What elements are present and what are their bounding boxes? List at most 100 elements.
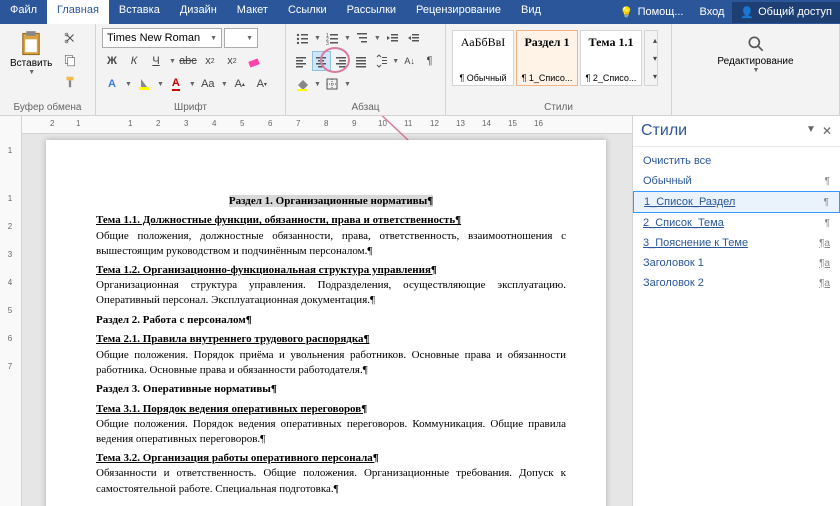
lightbulb-icon: 💡 xyxy=(620,6,634,19)
styles-pane: Стили ▼ ✕ Очистить все Обычный¶ 1_Список… xyxy=(632,116,840,506)
tab-mailings[interactable]: Рассылки xyxy=(337,0,406,24)
eraser-icon xyxy=(247,54,261,68)
styles-pane-title: Стили xyxy=(641,122,687,140)
document-page[interactable]: Раздел 1. Организационные нормативы¶ Тем… xyxy=(46,140,606,506)
multilevel-icon xyxy=(355,31,369,45)
tab-file[interactable]: Файл xyxy=(0,0,47,24)
style-gallery[interactable]: АаБбВвІ ¶ Обычный Раздел 1 ¶ 1_Списо... … xyxy=(452,30,665,86)
body-text: Обязанности и ответственность. Общие пол… xyxy=(96,466,566,497)
borders-icon xyxy=(325,77,339,91)
gallery-more-button[interactable]: ▾ xyxy=(645,67,665,85)
underline-button[interactable]: Ч xyxy=(146,51,166,71)
copy-icon xyxy=(63,53,77,67)
style-row-heading2[interactable]: Заголовок 2¶a xyxy=(633,273,840,293)
tab-layout[interactable]: Макет xyxy=(227,0,278,24)
style-row-normal[interactable]: Обычный¶ xyxy=(633,171,840,191)
editing-label[interactable]: Редактирование xyxy=(717,56,793,67)
style-row-section-list[interactable]: 1_Список_Раздел¶ xyxy=(633,191,840,213)
sort-button[interactable]: А↓ xyxy=(400,51,419,71)
paint-bucket-icon xyxy=(295,77,309,91)
login-button[interactable]: Вход xyxy=(692,2,733,22)
change-case-button[interactable]: Aa xyxy=(198,74,218,94)
pane-dropdown-icon[interactable]: ▼ xyxy=(806,124,816,138)
superscript-button[interactable]: x2 xyxy=(222,51,242,71)
decrease-indent-button[interactable] xyxy=(382,28,402,48)
style-row-clear[interactable]: Очистить все xyxy=(633,151,840,171)
style-row-topic-list[interactable]: 2_Список_Тема¶ xyxy=(633,213,840,233)
outdent-icon xyxy=(385,31,399,45)
show-marks-button[interactable]: ¶ xyxy=(420,51,439,71)
share-button[interactable]: 👤 Общий доступ xyxy=(732,2,840,23)
style-row-heading1[interactable]: Заголовок 1¶a xyxy=(633,253,840,273)
multilevel-list-button[interactable] xyxy=(352,28,372,48)
grow-font-button[interactable]: A▴ xyxy=(230,74,250,94)
font-color-button[interactable]: A xyxy=(166,74,186,94)
tell-me[interactable]: 💡 Помощ... xyxy=(612,2,692,23)
clear-formatting-button[interactable] xyxy=(244,51,264,71)
scissors-icon xyxy=(63,31,77,45)
style-normal[interactable]: АаБбВвІ ¶ Обычный xyxy=(452,30,514,86)
font-group-label: Шрифт xyxy=(102,100,279,113)
tab-review[interactable]: Рецензирование xyxy=(406,0,511,24)
find-icon xyxy=(746,34,766,54)
align-left-button[interactable] xyxy=(292,51,311,71)
paste-label: Вставить xyxy=(10,58,52,69)
style-topic[interactable]: Тема 1.1 ¶ 2_Списо... xyxy=(580,30,642,86)
clipboard-group-label: Буфер обмена xyxy=(6,100,89,113)
align-right-button[interactable] xyxy=(332,51,351,71)
body-text: Общие положения. Порядок ведения операти… xyxy=(96,417,566,448)
align-center-button[interactable] xyxy=(312,51,331,71)
topic-heading: Тема 3.2. Организация работы оперативног… xyxy=(96,451,566,466)
align-left-icon xyxy=(294,54,308,68)
bullets-button[interactable] xyxy=(292,28,312,48)
style-section[interactable]: Раздел 1 ¶ 1_Списо... xyxy=(516,30,578,86)
menu-tabs: Файл Главная Вставка Дизайн Макет Ссылки… xyxy=(0,0,840,24)
tell-me-label: Помощ... xyxy=(638,6,684,18)
strikethrough-button[interactable]: abc xyxy=(178,51,198,71)
pane-close-icon[interactable]: ✕ xyxy=(822,124,832,138)
gallery-down-button[interactable]: ▾ xyxy=(645,49,665,67)
highlight-button[interactable] xyxy=(134,74,154,94)
subscript-button[interactable]: x2 xyxy=(200,51,220,71)
share-label: Общий доступ xyxy=(758,6,832,18)
gallery-up-button[interactable]: ▴ xyxy=(645,31,665,49)
tab-view[interactable]: Вид xyxy=(511,0,551,24)
topic-heading: Тема 2.1. Правила внутреннего трудового … xyxy=(96,332,566,347)
text-effects-button[interactable]: A xyxy=(102,74,122,94)
spacing-icon xyxy=(374,54,388,68)
justify-button[interactable] xyxy=(352,51,371,71)
tab-insert[interactable]: Вставка xyxy=(109,0,170,24)
highlight-icon xyxy=(137,77,151,91)
style-row-explanation[interactable]: 3_Пояснение к Теме¶a xyxy=(633,233,840,253)
shrink-font-button[interactable]: A▾ xyxy=(252,74,272,94)
bullets-icon xyxy=(295,31,309,45)
copy-button[interactable] xyxy=(60,50,80,70)
style-preview: Раздел 1 xyxy=(524,35,569,50)
shading-button[interactable] xyxy=(292,74,312,94)
borders-button[interactable] xyxy=(322,74,342,94)
section-heading: Раздел 1. Организационные нормативы¶ xyxy=(96,194,566,209)
increase-indent-button[interactable] xyxy=(403,28,423,48)
tab-references[interactable]: Ссылки xyxy=(278,0,337,24)
format-painter-button[interactable] xyxy=(60,72,80,92)
horizontal-ruler: 2 1 1 2 3 4 5 6 7 8 9 10 11 12 13 14 15 … xyxy=(22,116,632,134)
tab-design[interactable]: Дизайн xyxy=(170,0,227,24)
paste-button[interactable]: Вставить ▼ xyxy=(6,28,56,92)
body-text: Организационная структура управления. По… xyxy=(96,278,566,309)
bold-button[interactable]: Ж xyxy=(102,51,122,71)
style-label: ¶ 2_Списо... xyxy=(586,73,637,83)
font-name-select[interactable]: Times New Roman▼ xyxy=(102,28,222,48)
brush-icon xyxy=(63,75,77,89)
font-size-select[interactable]: ▼ xyxy=(224,28,258,48)
cut-button[interactable] xyxy=(60,28,80,48)
topic-heading: Тема 1.2. Организационно-функциональная … xyxy=(96,263,566,278)
numbering-button[interactable]: 123 xyxy=(322,28,342,48)
italic-button[interactable]: К xyxy=(124,51,144,71)
section-heading: Раздел 3. Оперативные нормативы¶ xyxy=(96,382,566,397)
tab-home[interactable]: Главная xyxy=(47,0,109,24)
svg-text:3: 3 xyxy=(326,41,329,45)
numbering-icon: 123 xyxy=(325,31,339,45)
font-name-value: Times New Roman xyxy=(107,32,200,44)
document-area: 2 1 1 2 3 4 5 6 7 8 9 10 11 12 13 14 15 … xyxy=(22,116,632,506)
line-spacing-button[interactable] xyxy=(371,51,390,71)
